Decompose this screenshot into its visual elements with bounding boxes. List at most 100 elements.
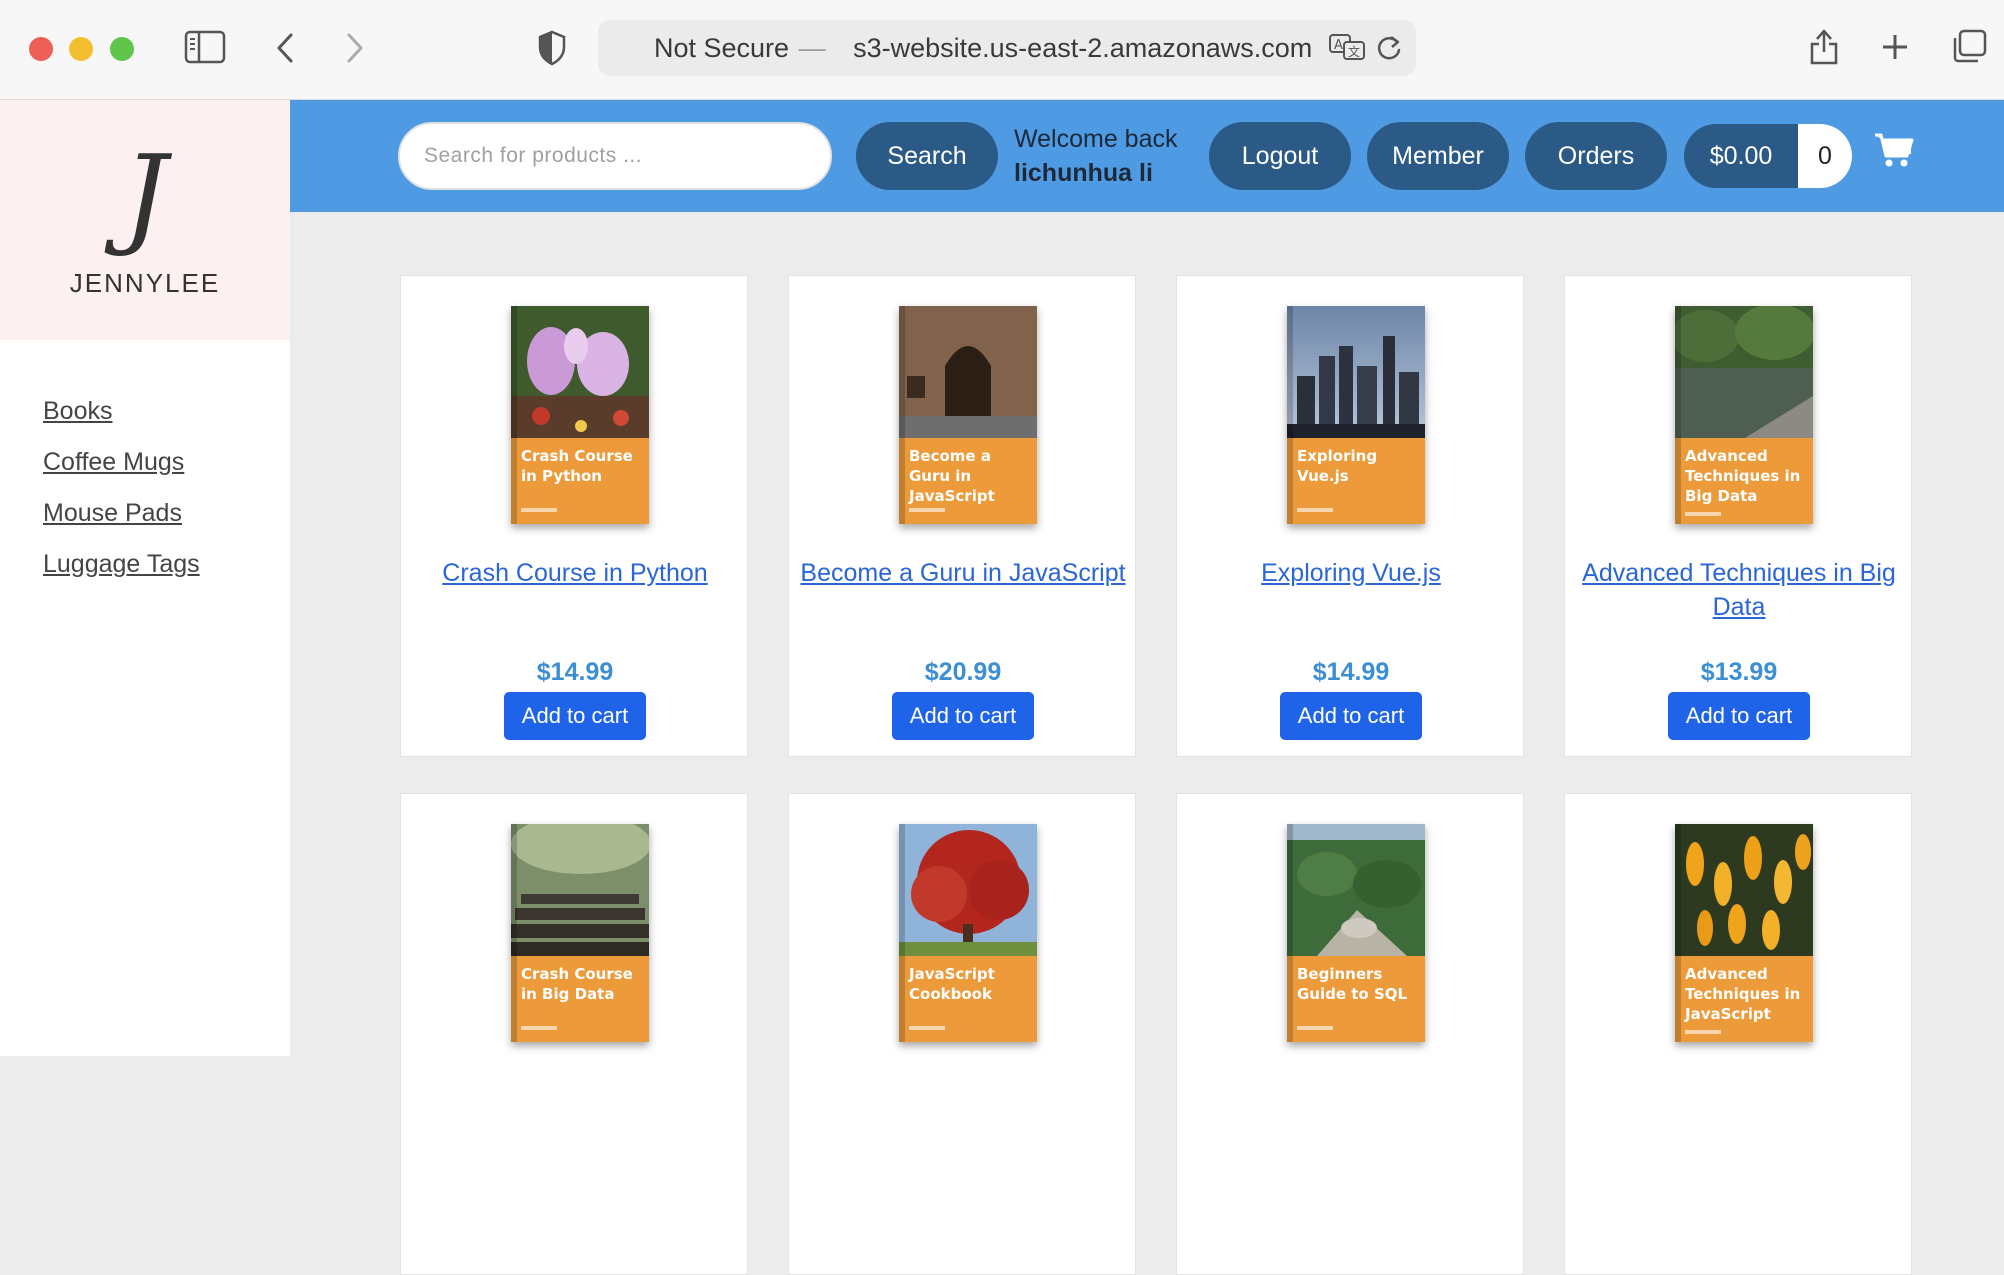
window-close-button[interactable] [29,37,53,61]
product-title-link[interactable]: Crash Course in Python [411,556,739,590]
search-input[interactable] [398,122,832,190]
add-to-cart-button[interactable]: Add to cart [1280,692,1422,740]
svg-text:A: A [1334,38,1343,53]
product-price: $13.99 [1700,658,1778,686]
address-separator: — [798,33,826,63]
window-minimize-button[interactable] [69,37,93,61]
book-cover[interactable]: Beginners Guide to SQL [1287,824,1425,1042]
product-card: Exploring Vue.js Exploring Vue.js $14.99… [1176,275,1524,757]
cover-band: Advanced Techniques in JavaScript [1675,956,1813,1042]
category-nav: Books Coffee Mugs Mouse Pads Luggage Tag… [43,398,200,602]
forward-icon[interactable] [344,32,366,64]
address-bar[interactable]: Not Secure — s3-website.us-east-2.amazon… [598,20,1416,76]
book-cover[interactable]: Advanced Techniques in JavaScript [1675,824,1813,1042]
member-button[interactable]: Member [1367,122,1509,190]
cover-spine [511,306,517,524]
product-card: Crash Course in Big Data [400,793,748,1275]
cover-spine [511,824,517,1042]
cover-photo-aerial [1287,824,1425,956]
cover-spine [899,824,905,1042]
add-to-cart-button[interactable]: Add to cart [504,692,646,740]
product-title-link[interactable]: Become a Guru in JavaScript [799,556,1127,590]
category-link-luggage-tags[interactable]: Luggage Tags [43,551,200,578]
category-link-books[interactable]: Books [43,398,200,425]
cover-photo-river [1675,306,1813,438]
product-card: Advanced Techniques in Big Data Advanced… [1564,275,1912,757]
product-title-link[interactable]: Advanced Techniques in Big Data [1575,556,1903,624]
cover-band: Crash Course in Python [511,438,649,524]
product-price: $14.99 [536,658,614,686]
cover-spine [1675,824,1681,1042]
book-cover[interactable]: Crash Course in Big Data [511,824,649,1042]
cover-title: JavaScript Cookbook [909,965,995,1003]
cover-spine [899,306,905,524]
cover-band: Become a Guru in JavaScript [899,438,1037,524]
cover-title: Exploring Vue.js [1297,447,1378,485]
product-card: JavaScript Cookbook [788,793,1136,1275]
book-cover[interactable]: Become a Guru in JavaScript [899,306,1037,524]
search-button[interactable]: Search [856,122,998,190]
brand-name: JENNYLEE [69,268,221,298]
cover-photo-steps [511,824,649,956]
product-card: Become a Guru in JavaScript Become a Gur… [788,275,1136,757]
cover-photo-skyline [1287,306,1425,438]
site-header: Search Welcome back lichunhua li Logout … [290,100,2004,212]
logout-button[interactable]: Logout [1209,122,1351,190]
cover-author-mark [1685,1030,1721,1034]
back-icon[interactable] [274,32,296,64]
cover-author-mark [1297,508,1333,512]
book-cover[interactable]: JavaScript Cookbook [899,824,1037,1042]
cover-author-mark [521,508,557,512]
category-link-coffee-mugs[interactable]: Coffee Mugs [43,449,200,476]
welcome-message: Welcome back lichunhua li [1014,122,1178,190]
cover-spine [1287,824,1293,1042]
cover-title: Advanced Techniques in Big Data [1685,447,1801,505]
product-title-link[interactable]: Exploring Vue.js [1187,556,1515,590]
cart-summary[interactable]: $0.00 0 [1684,124,1852,188]
cart-total: $0.00 [1684,124,1798,188]
cover-spine [1675,306,1681,524]
cover-band: Crash Course in Big Data [511,956,649,1042]
security-label: Not Secure [654,33,790,63]
tabs-overview-icon[interactable] [1950,28,1988,64]
cover-author-mark [909,508,945,512]
cover-band: Exploring Vue.js [1287,438,1425,524]
cover-title: Crash Course in Python [521,447,633,485]
reload-icon[interactable] [1376,34,1402,62]
add-to-cart-button[interactable]: Add to cart [1668,692,1810,740]
category-link-mouse-pads[interactable]: Mouse Pads [43,500,200,527]
brand-monogram: J [122,131,168,259]
svg-text:文: 文 [1348,44,1360,59]
product-price: $14.99 [1312,658,1390,686]
book-cover[interactable]: Advanced Techniques in Big Data [1675,306,1813,524]
share-icon[interactable] [1808,26,1840,66]
cover-spine [1287,306,1293,524]
cover-author-mark [1685,512,1721,516]
cover-title: Become a Guru in JavaScript [909,447,995,505]
cart-count: 0 [1798,124,1852,188]
cover-band: Beginners Guide to SQL [1287,956,1425,1042]
cover-photo-orchid [511,306,649,438]
cover-photo-flowers [1675,824,1813,956]
brand-logo[interactable]: J JENNYLEE [0,100,290,340]
cover-band: JavaScript Cookbook [899,956,1037,1042]
sidebar: J JENNYLEE Books Coffee Mugs Mouse Pads … [0,100,290,1056]
cover-title: Crash Course in Big Data [521,965,633,1003]
cover-band: Advanced Techniques in Big Data [1675,438,1813,524]
url-text: s3-website.us-east-2.amazonaws.com [853,33,1313,63]
sidebar-toggle-icon[interactable] [184,30,226,64]
product-card: Advanced Techniques in JavaScript [1564,793,1912,1275]
browser-toolbar: Not Secure — s3-website.us-east-2.amazon… [0,0,2004,100]
add-to-cart-button[interactable]: Add to cart [892,692,1034,740]
book-cover[interactable]: Crash Course in Python [511,306,649,524]
window-zoom-button[interactable] [110,37,134,61]
book-cover[interactable]: Exploring Vue.js [1287,306,1425,524]
shield-icon[interactable] [538,30,566,66]
new-tab-icon[interactable] [1880,32,1910,62]
cover-photo-arch [899,306,1037,438]
cover-photo-redtree [899,824,1037,956]
orders-button[interactable]: Orders [1525,122,1667,190]
translate-icon[interactable]: A文 [1328,32,1366,62]
cover-author-mark [1297,1026,1333,1030]
cart-icon[interactable] [1874,132,1914,175]
